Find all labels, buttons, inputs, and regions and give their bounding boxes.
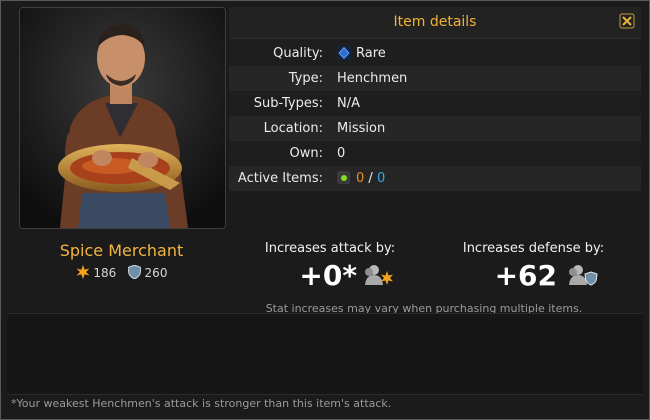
detail-value: Henchmen xyxy=(337,71,408,86)
detail-value: 0 xyxy=(337,146,346,161)
defense-stat: 260 xyxy=(144,266,168,280)
attack-bonus-label: Increases attack by: xyxy=(264,241,396,256)
detail-label: Active Items: xyxy=(237,171,323,186)
rare-gem-icon xyxy=(337,46,351,60)
defense-bonus-value: +62 xyxy=(494,259,557,292)
detail-row-active-items: Active Items: 0 / 0 xyxy=(229,166,641,191)
item-stats: 186 260 xyxy=(19,264,224,280)
detail-value: Mission xyxy=(337,121,386,136)
detail-label: Sub-Types: xyxy=(253,96,323,111)
henchmen-defense-icon xyxy=(569,265,598,286)
detail-label: Own: xyxy=(289,146,323,161)
detail-label: Quality: xyxy=(273,46,323,61)
detail-value: N/A xyxy=(337,96,360,111)
item-details-dialog: Spice Merchant 186 260 Item details Qual… xyxy=(0,0,650,420)
close-button[interactable] xyxy=(619,13,635,29)
detail-row-type: Type: Henchmen xyxy=(229,66,641,91)
details-panel: Item details Quality: Rare Type: Henchme… xyxy=(229,7,641,191)
item-name: Spice Merchant xyxy=(59,241,184,260)
detail-value: Rare xyxy=(356,46,386,61)
henchmen-attack-icon xyxy=(365,265,393,285)
attack-stat: 186 xyxy=(93,266,117,280)
active-item-icon xyxy=(337,171,350,184)
detail-label: Location: xyxy=(263,121,323,136)
close-icon xyxy=(619,13,635,29)
detail-row-quality: Quality: Rare xyxy=(229,41,641,66)
count-separator: / xyxy=(368,171,373,186)
spice-merchant-portrait xyxy=(20,8,225,228)
attack-bonus-value: +0* xyxy=(299,259,357,292)
attack-icon xyxy=(76,265,90,279)
detail-row-subtypes: Sub-Types: N/A xyxy=(229,91,641,116)
details-title: Item details xyxy=(229,7,641,39)
item-portrait xyxy=(19,7,226,229)
footer-note: *Your weakest Henchmen's attack is stron… xyxy=(11,397,392,410)
detail-row-location: Location: Mission xyxy=(229,116,641,141)
defense-bonus-label: Increases defense by: xyxy=(462,241,605,256)
defense-icon xyxy=(127,264,142,280)
active-count: 0 xyxy=(356,171,365,186)
detail-label: Type: xyxy=(288,71,323,86)
detail-row-own: Own: 0 xyxy=(229,141,641,166)
total-count: 0 xyxy=(376,171,386,186)
bottom-panel xyxy=(7,313,643,395)
